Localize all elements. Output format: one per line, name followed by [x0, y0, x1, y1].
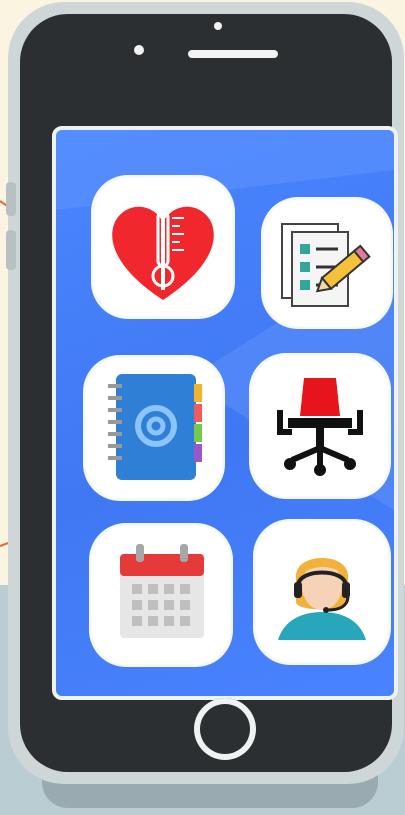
support-app-button[interactable] [256, 522, 388, 662]
health-app-button[interactable] [94, 178, 232, 316]
checklist-app-button[interactable] [264, 200, 390, 326]
phone-frame [6, 2, 404, 784]
phone-body [20, 14, 398, 772]
side-button-bottom[interactable] [6, 230, 16, 270]
sensor-icon [214, 22, 222, 30]
side-button-top[interactable] [6, 182, 16, 216]
home-button-center [210, 714, 240, 744]
phone-screen [52, 126, 398, 700]
earpiece-speaker [188, 50, 278, 58]
headset-agent-icon [278, 558, 366, 640]
checklist-pencil-icon [281, 223, 371, 307]
office-app-button[interactable] [252, 356, 388, 496]
heart-thermometer-icon [112, 206, 214, 300]
contacts-app-button[interactable] [86, 358, 222, 498]
calendar-app-button[interactable] [92, 526, 230, 664]
home-button[interactable] [194, 698, 256, 760]
office-chair-icon [277, 378, 363, 476]
front-camera-icon [134, 45, 144, 55]
calendar-icon [120, 544, 204, 638]
address-book-icon [108, 374, 202, 480]
